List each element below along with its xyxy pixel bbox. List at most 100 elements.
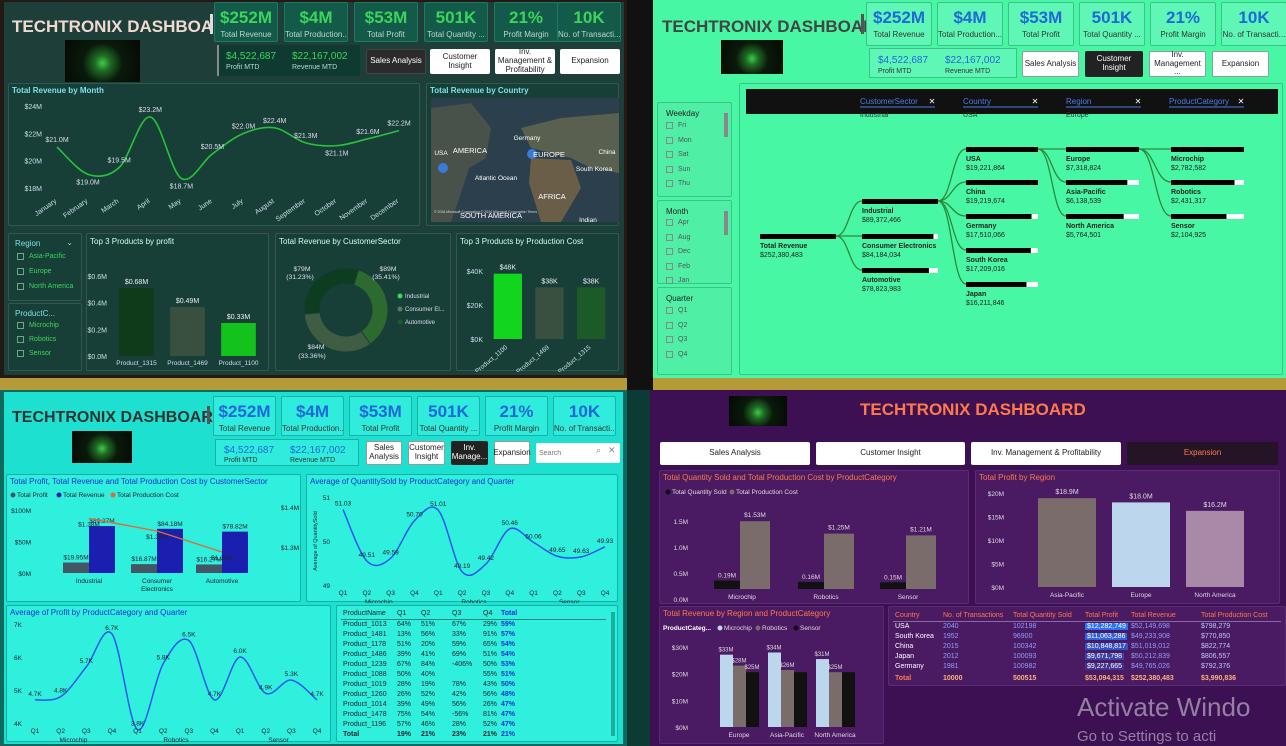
checkbox[interactable] (666, 165, 673, 173)
inventory-button[interactable]: Inv. Management ... (1149, 50, 1206, 77)
slicer-option[interactable]: Sat (666, 151, 689, 158)
checkbox[interactable] (666, 233, 673, 241)
kpi-label: Total Quantity ... (419, 424, 478, 433)
inventory-button[interactable]: Inv. Management & Profitability (495, 47, 555, 74)
slicer-option[interactable]: Apr (666, 219, 689, 226)
sales-analysis-button[interactable]: Sales Analysis (660, 442, 810, 465)
checkbox[interactable] (17, 350, 24, 357)
tree-link (937, 181, 967, 202)
checkbox[interactable] (666, 262, 673, 270)
data-label: $0.33M (227, 314, 251, 321)
slicer-option-label: Robotics (29, 336, 57, 343)
slicer-option[interactable]: Fri (666, 122, 686, 129)
search-input[interactable] (539, 446, 591, 460)
expansion-button[interactable]: Expansion (1212, 51, 1269, 77)
scrollbar[interactable] (724, 211, 728, 235)
tree-bar-fill (862, 234, 934, 239)
data-label: 6.0K (233, 648, 247, 655)
bar (1038, 498, 1096, 587)
decomposition-tree[interactable]: CustomerSector ✕ Industrial Country ✕ USA Regi… (740, 84, 1284, 376)
tree-bar-fill (1171, 214, 1227, 219)
inventory-button[interactable]: Inv. Management & Profitability (971, 442, 1121, 465)
slicer-option[interactable]: Aug (666, 233, 690, 241)
expansion-button[interactable]: Expansion (560, 49, 620, 74)
checkbox[interactable] (666, 151, 673, 158)
customer-insight-button[interactable]: Customer Insight (408, 441, 445, 465)
checkbox[interactable] (17, 268, 24, 275)
kpi-card: 21% Profit Margin (485, 396, 548, 436)
slicer-option[interactable]: North America (17, 283, 73, 290)
slicer-option[interactable]: Dec (666, 248, 690, 255)
quarter-slicer[interactable]: Quarter Q1 Q2 Q3 Q4 (657, 287, 732, 375)
y-tick-label: $0K (471, 337, 484, 344)
slicer-option[interactable]: Q3 (666, 336, 687, 343)
table-cell: 2015 (943, 643, 959, 650)
month-slicer[interactable]: Month Apr Aug Dec Feb Jan (657, 200, 732, 284)
robot-logo-image (721, 40, 783, 74)
weekday-slicer[interactable]: Weekday Fri Mon Sat Sun Thu (657, 102, 732, 197)
data-label: $0.49M (176, 298, 200, 305)
checkbox[interactable] (666, 180, 673, 187)
panel-title: Total Revenue by Country (430, 86, 529, 95)
tree-bar-fill (966, 248, 1031, 253)
slicer-option[interactable]: Microchip (17, 322, 59, 329)
checkbox[interactable] (666, 248, 673, 255)
customer-insight-button[interactable]: Customer Insight (430, 49, 490, 74)
checkbox[interactable] (666, 336, 673, 343)
checkbox[interactable] (17, 253, 24, 260)
kpi-card: 10K No. of Transacti... (1221, 2, 1286, 46)
search-box[interactable]: ⌕ ✕ (536, 443, 620, 463)
checkbox[interactable] (17, 336, 24, 343)
slicer-option[interactable]: Q1 (666, 307, 687, 314)
checkbox[interactable] (17, 322, 24, 329)
data-label: $25M (744, 665, 759, 671)
checkbox[interactable] (666, 122, 673, 129)
table-cell: 1952 (943, 633, 959, 640)
slicer-option[interactable]: Thu (666, 180, 690, 187)
series-line (34, 631, 318, 731)
checkbox[interactable] (666, 321, 673, 329)
slicer-option[interactable]: Robotics (17, 336, 56, 343)
customer-insight-button[interactable]: Customer Insight (1085, 51, 1143, 77)
tree-bar-fill (862, 199, 938, 204)
checkbox[interactable] (666, 350, 673, 358)
expansion-button[interactable]: Expansion (1127, 442, 1278, 465)
slicer-option[interactable]: Asia-Pacific (17, 253, 66, 260)
scrollbar[interactable] (724, 113, 728, 137)
slicer-option[interactable]: Jan (666, 277, 689, 284)
checkbox[interactable] (666, 136, 673, 144)
product-category-slicer[interactable]: ProductC... Microchip Robotics Sensor (8, 303, 82, 371)
sales-analysis-button[interactable]: Sales Analysis (366, 49, 426, 74)
inventory-button[interactable]: Inv. Manage... (451, 441, 488, 465)
checkbox[interactable] (666, 219, 673, 226)
checkbox[interactable] (666, 277, 673, 284)
profit-revenue-cost-panel: Total Profit, Total Revenue and Total Pr… (6, 474, 301, 602)
slicer-option[interactable]: Feb (666, 262, 690, 270)
group-label: Sensor (559, 599, 580, 603)
slicer-option[interactable]: Sensor (17, 350, 51, 357)
slicer-option[interactable]: Europe (17, 268, 52, 275)
slicer-option[interactable]: Mon (666, 136, 692, 144)
country-map[interactable]: Germany EUROPE AMERICA Atlantic Ocean AFRICA… (431, 98, 619, 222)
tree-node-value: $7,318,824 (1066, 165, 1101, 172)
expansion-button[interactable]: Expansion (493, 441, 531, 465)
kpi-card: 501K Total Quantity ... (424, 2, 488, 42)
search-icon[interactable]: ⌕ (596, 445, 601, 456)
close-icon[interactable]: ✕ (608, 445, 616, 456)
sales-analysis-button[interactable]: Sales Analysis (366, 441, 402, 465)
y-tick-label: 4K (14, 721, 23, 728)
checkbox[interactable] (17, 283, 24, 290)
chevron-down-icon[interactable]: ⌄ (66, 238, 73, 247)
region-slicer[interactable]: Region ⌄ Asia-Pacific Europe North America (8, 233, 82, 301)
customer-insight-button[interactable]: Customer Insight (816, 442, 965, 465)
data-label: $18.0M (1129, 493, 1153, 500)
checkbox[interactable] (666, 307, 673, 314)
kpi-label: Profit Margin (493, 424, 540, 433)
slicer-option[interactable]: Q2 (666, 321, 687, 329)
sales-analysis-button[interactable]: Sales Analysis (1022, 51, 1079, 77)
data-label: $22.0M (232, 123, 256, 130)
scrollbar[interactable] (611, 612, 615, 736)
table-header: Total Revenue (1131, 612, 1176, 619)
slicer-option[interactable]: Q4 (666, 350, 687, 358)
slicer-option[interactable]: Sun (666, 165, 690, 173)
